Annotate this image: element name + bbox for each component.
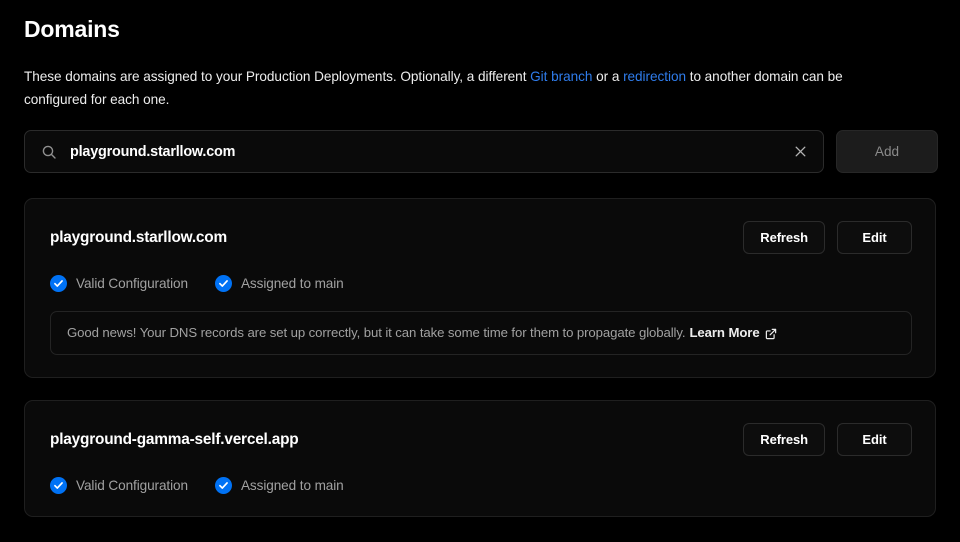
domain-card-actions: Refresh Edit xyxy=(743,221,912,254)
check-circle-icon xyxy=(214,275,232,292)
edit-button[interactable]: Edit xyxy=(837,423,912,456)
git-branch-link[interactable]: Git branch xyxy=(530,69,592,84)
search-icon xyxy=(41,144,57,160)
refresh-button[interactable]: Refresh xyxy=(743,423,825,456)
domain-card-actions: Refresh Edit xyxy=(743,423,912,456)
domain-card-header: playground.starllow.com Refresh Edit xyxy=(50,221,912,254)
status-label: Valid Configuration xyxy=(76,478,188,493)
learn-more-link[interactable]: Learn More xyxy=(689,323,776,343)
status-valid-configuration: Valid Configuration xyxy=(50,275,188,292)
domains-page: Domains These domains are assigned to yo… xyxy=(0,0,960,542)
domain-card: playground-gamma-self.vercel.app Refresh… xyxy=(24,400,936,517)
close-icon[interactable] xyxy=(791,143,809,161)
domain-card: playground.starllow.com Refresh Edit Val… xyxy=(24,198,936,378)
page-description: These domains are assigned to your Produ… xyxy=(24,65,904,111)
edit-button[interactable]: Edit xyxy=(837,221,912,254)
learn-more-label: Learn More xyxy=(689,325,760,340)
page-description-text-2: or a xyxy=(592,69,624,84)
status-assigned-branch: Assigned to main xyxy=(214,275,344,292)
check-circle-icon xyxy=(214,477,232,494)
search-input[interactable] xyxy=(70,143,778,160)
domain-status-row: Valid Configuration Assigned to main xyxy=(50,477,912,494)
check-circle-icon xyxy=(50,477,67,494)
external-link-icon xyxy=(765,328,776,340)
dns-notice-text: Good news! Your DNS records are set up c… xyxy=(67,325,686,340)
status-valid-configuration: Valid Configuration xyxy=(50,477,188,494)
status-label: Assigned to main xyxy=(240,478,344,493)
status-label: Assigned to main xyxy=(240,276,344,291)
domain-card-header: playground-gamma-self.vercel.app Refresh… xyxy=(50,423,912,456)
domain-status-row: Valid Configuration Assigned to main xyxy=(50,275,912,292)
refresh-button[interactable]: Refresh xyxy=(743,221,825,254)
domain-name: playground.starllow.com xyxy=(50,229,227,246)
search-box[interactable] xyxy=(24,130,824,173)
redirection-link[interactable]: redirection xyxy=(623,69,686,84)
check-circle-icon xyxy=(50,275,67,292)
add-domain-button[interactable]: Add xyxy=(836,130,938,173)
dns-notice: Good news! Your DNS records are set up c… xyxy=(50,311,912,355)
page-title: Domains xyxy=(24,16,120,42)
page-description-text-1: These domains are assigned to your Produ… xyxy=(24,69,531,84)
domain-search-row: Add xyxy=(24,130,938,173)
status-assigned-branch: Assigned to main xyxy=(214,477,344,494)
status-label: Valid Configuration xyxy=(76,276,188,291)
domain-name: playground-gamma-self.vercel.app xyxy=(50,431,299,448)
